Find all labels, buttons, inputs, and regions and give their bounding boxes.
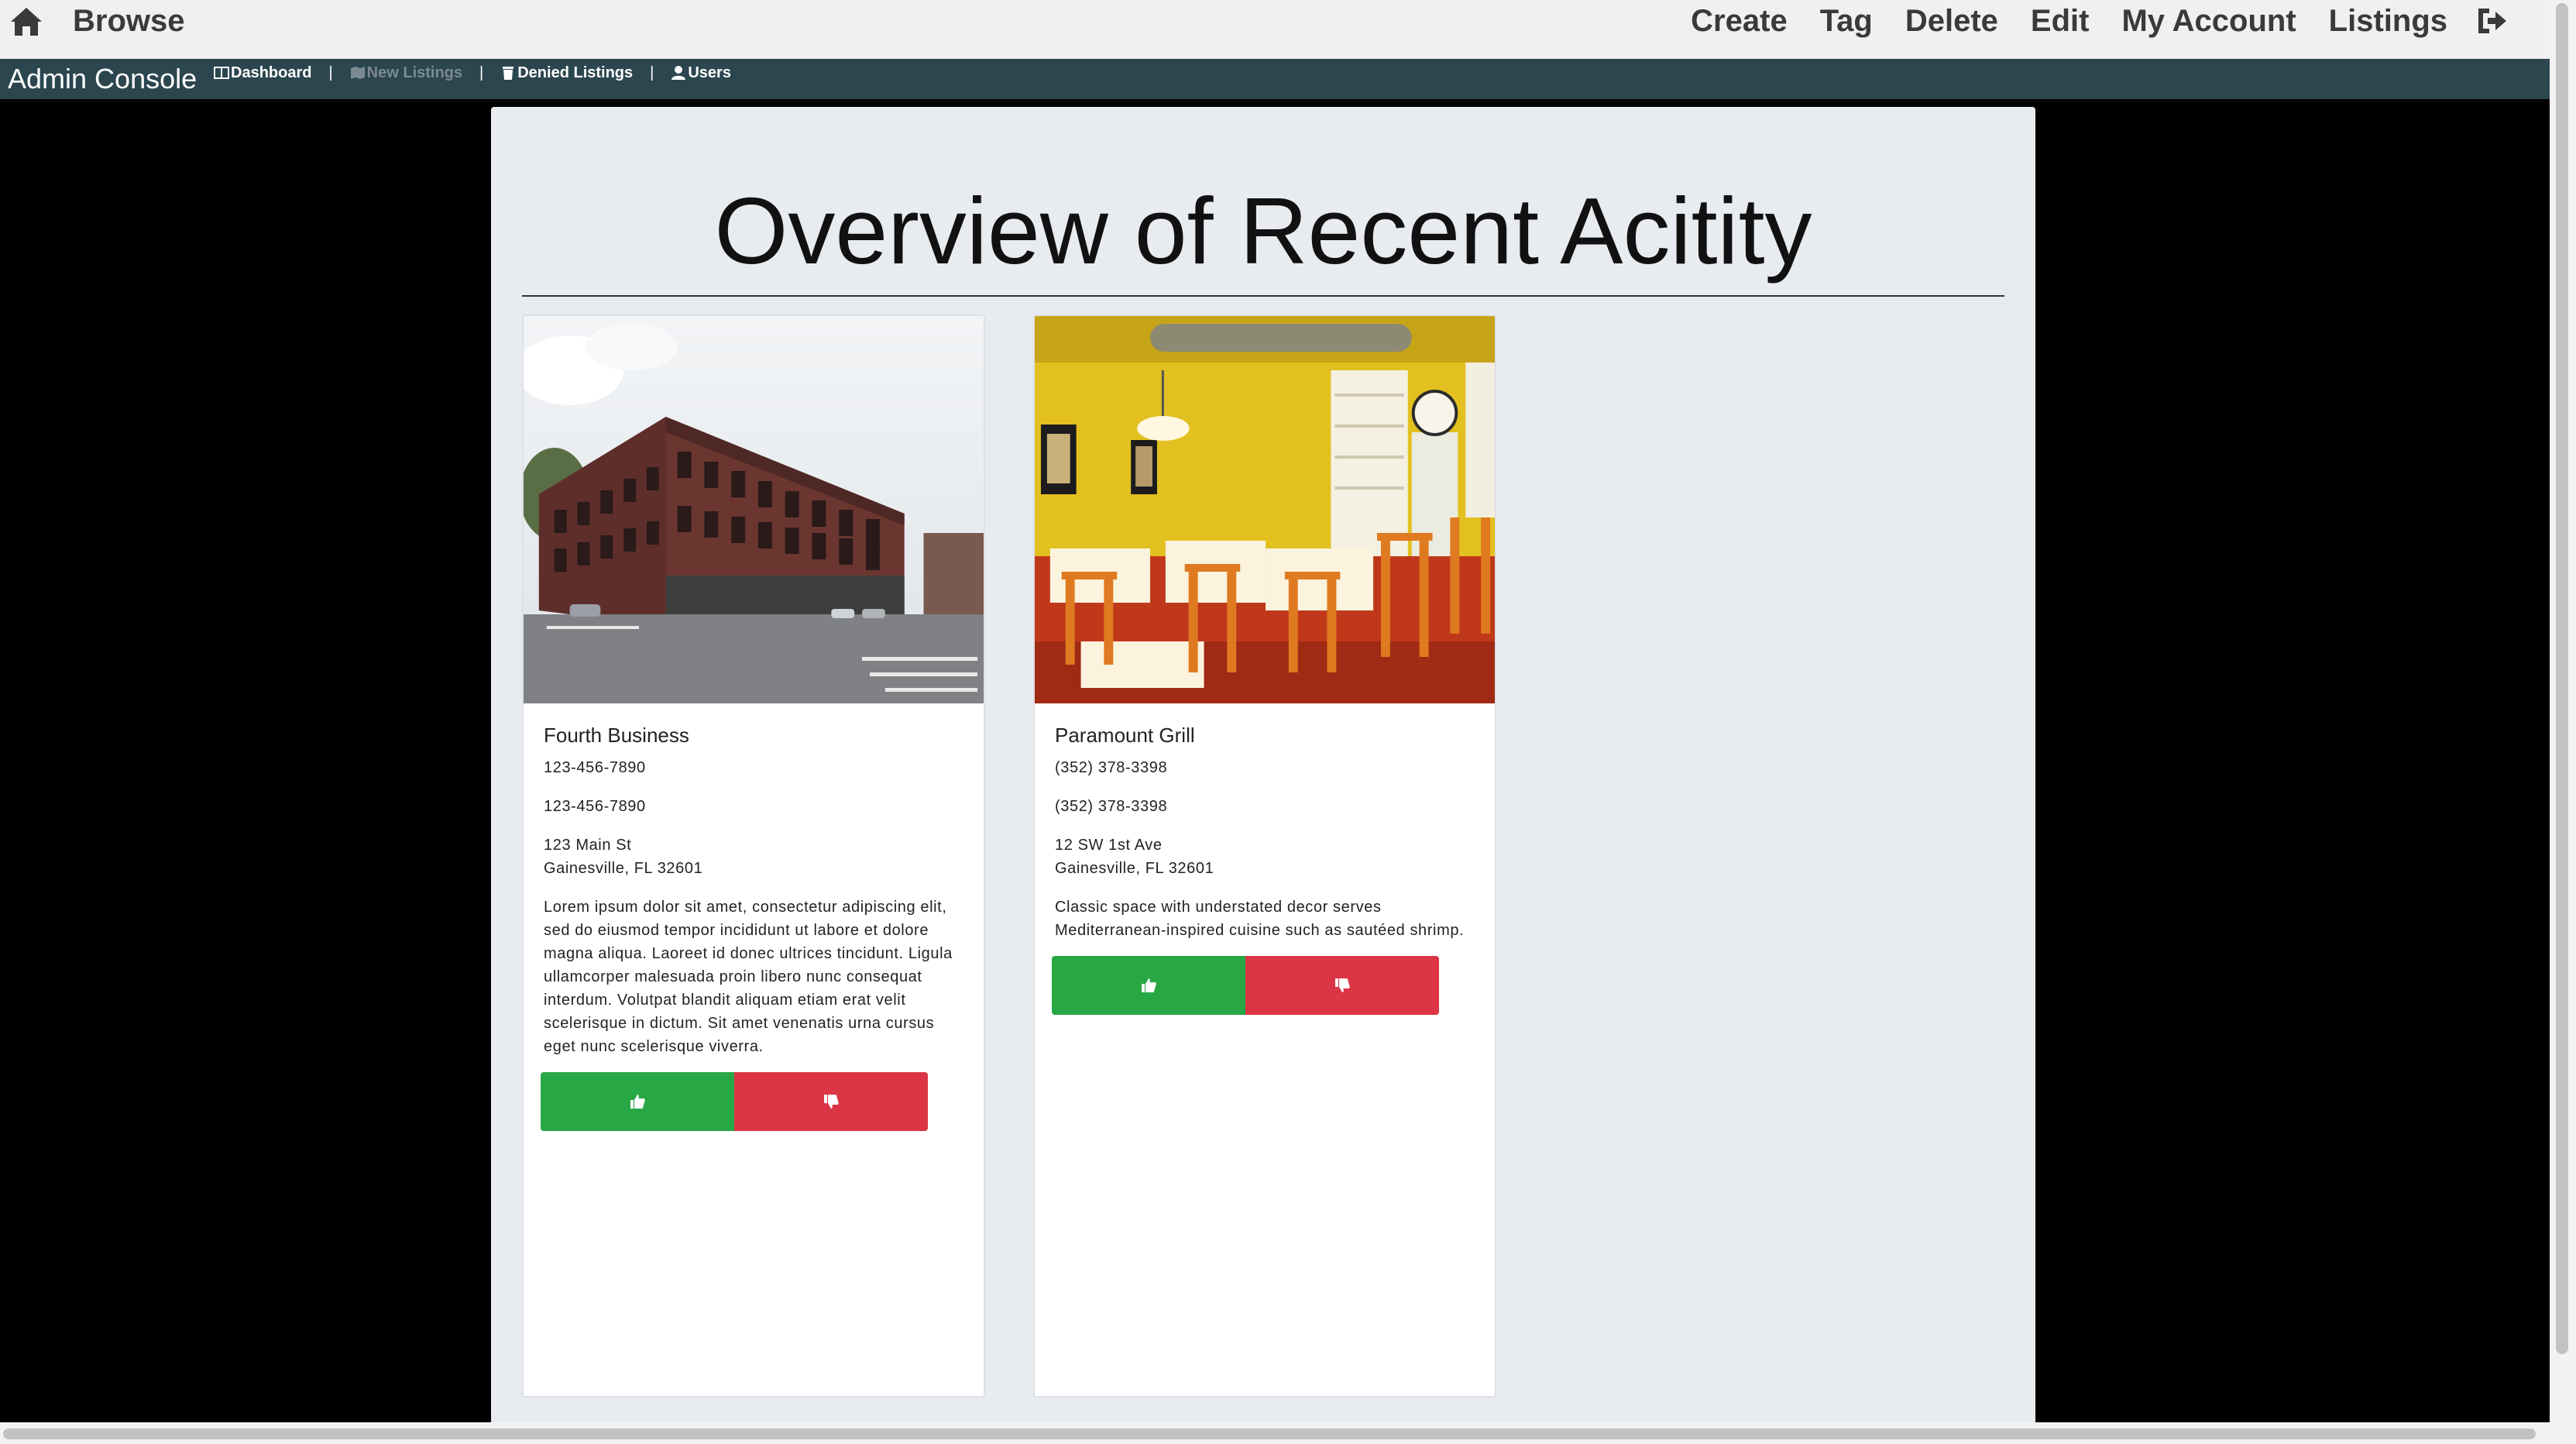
- dashboard-link[interactable]: Dashboard: [214, 62, 311, 84]
- top-navbar: Browse Create Tag Delete Edit My Account…: [0, 0, 2550, 59]
- phone-secondary: 123-456-7890: [544, 798, 646, 815]
- edit-link[interactable]: Edit: [2031, 2, 2090, 40]
- tag-link[interactable]: Tag: [1820, 2, 1873, 40]
- my-account-link[interactable]: My Account: [2121, 2, 2296, 40]
- address-line-1: 12 SW 1st Ave: [1055, 837, 1163, 854]
- delete-link[interactable]: Delete: [1905, 2, 1998, 40]
- brick-building-photo: [524, 316, 984, 703]
- phone-secondary: (352) 378-3398: [1055, 798, 1168, 815]
- thumbs-up-icon: [630, 1095, 645, 1109]
- business-description: Classic space with understated decor ser…: [1055, 899, 1465, 939]
- phone-primary: 123-456-7890: [544, 759, 646, 776]
- users-label: Users: [688, 64, 731, 81]
- main-panel: Overview of Recent Acitity Fourth Busine…: [491, 107, 2035, 1444]
- top-nav-menu: Create Tag Delete Edit My Account Listin…: [1691, 2, 2509, 40]
- phone-primary: (352) 378-3398: [1055, 759, 1168, 776]
- listings-link[interactable]: Listings: [2329, 2, 2447, 40]
- listing-card: Paramount Grill (352) 378-3398 (352) 378…: [1033, 315, 1496, 1398]
- deny-button[interactable]: [1245, 956, 1439, 1015]
- listing-card: Fourth Business 123-456-7890 123-456-789…: [522, 315, 985, 1398]
- restaurant-interior-photo: [1035, 316, 1495, 703]
- deny-button[interactable]: [734, 1072, 928, 1131]
- vertical-scrollbar[interactable]: [2550, 0, 2576, 1444]
- denied-listings-label: Denied Listings: [517, 64, 634, 81]
- address-line-2: Gainesville, FL 32601: [544, 860, 703, 877]
- title-divider: [522, 295, 2004, 297]
- thumbs-down-icon: [824, 1095, 839, 1109]
- logout-icon[interactable]: [2475, 4, 2509, 38]
- admin-console-bar: Admin Console Dashboard | New Listings |…: [0, 59, 2550, 99]
- new-listings-link: New Listings: [350, 62, 462, 84]
- business-description: Lorem ipsum dolor sit amet, consectetur …: [544, 899, 953, 1055]
- user-icon: [671, 66, 686, 80]
- separator: |: [479, 64, 484, 81]
- admin-links: Dashboard | New Listings | Denied Listin…: [214, 62, 731, 84]
- separator: |: [328, 64, 333, 81]
- business-name: Fourth Business: [544, 724, 689, 747]
- horizontal-scrollbar[interactable]: [0, 1422, 2550, 1444]
- dashboard-label: Dashboard: [231, 64, 312, 81]
- card-body: Paramount Grill (352) 378-3398 (352) 378…: [1035, 703, 1495, 942]
- create-link[interactable]: Create: [1691, 2, 1788, 40]
- new-listings-label: New Listings: [366, 64, 463, 81]
- address-line-1: 123 Main St: [544, 837, 632, 854]
- users-link[interactable]: Users: [671, 62, 731, 84]
- separator: |: [650, 64, 654, 81]
- card-body: Fourth Business 123-456-7890 123-456-789…: [524, 703, 984, 1058]
- approval-buttons: [541, 1072, 984, 1131]
- home-icon[interactable]: [9, 5, 43, 37]
- thumbs-down-icon: [1335, 978, 1350, 992]
- address-line-2: Gainesville, FL 32601: [1055, 860, 1214, 877]
- browse-link[interactable]: Browse: [73, 2, 185, 40]
- vertical-scroll-thumb[interactable]: [2556, 3, 2568, 1354]
- horizontal-scroll-thumb[interactable]: [3, 1429, 2536, 1439]
- columns-icon: [214, 67, 229, 79]
- map-icon: [350, 67, 365, 79]
- approve-button[interactable]: [1052, 956, 1245, 1015]
- business-name: Paramount Grill: [1055, 724, 1195, 747]
- thumbs-up-icon: [1142, 978, 1156, 992]
- approve-button[interactable]: [541, 1072, 734, 1131]
- page-title: Overview of Recent Acitity: [714, 178, 1812, 284]
- admin-console-title: Admin Console: [8, 63, 197, 95]
- trash-icon: [503, 67, 514, 80]
- approval-buttons: [1052, 956, 1495, 1015]
- denied-listings-link[interactable]: Denied Listings: [500, 62, 633, 84]
